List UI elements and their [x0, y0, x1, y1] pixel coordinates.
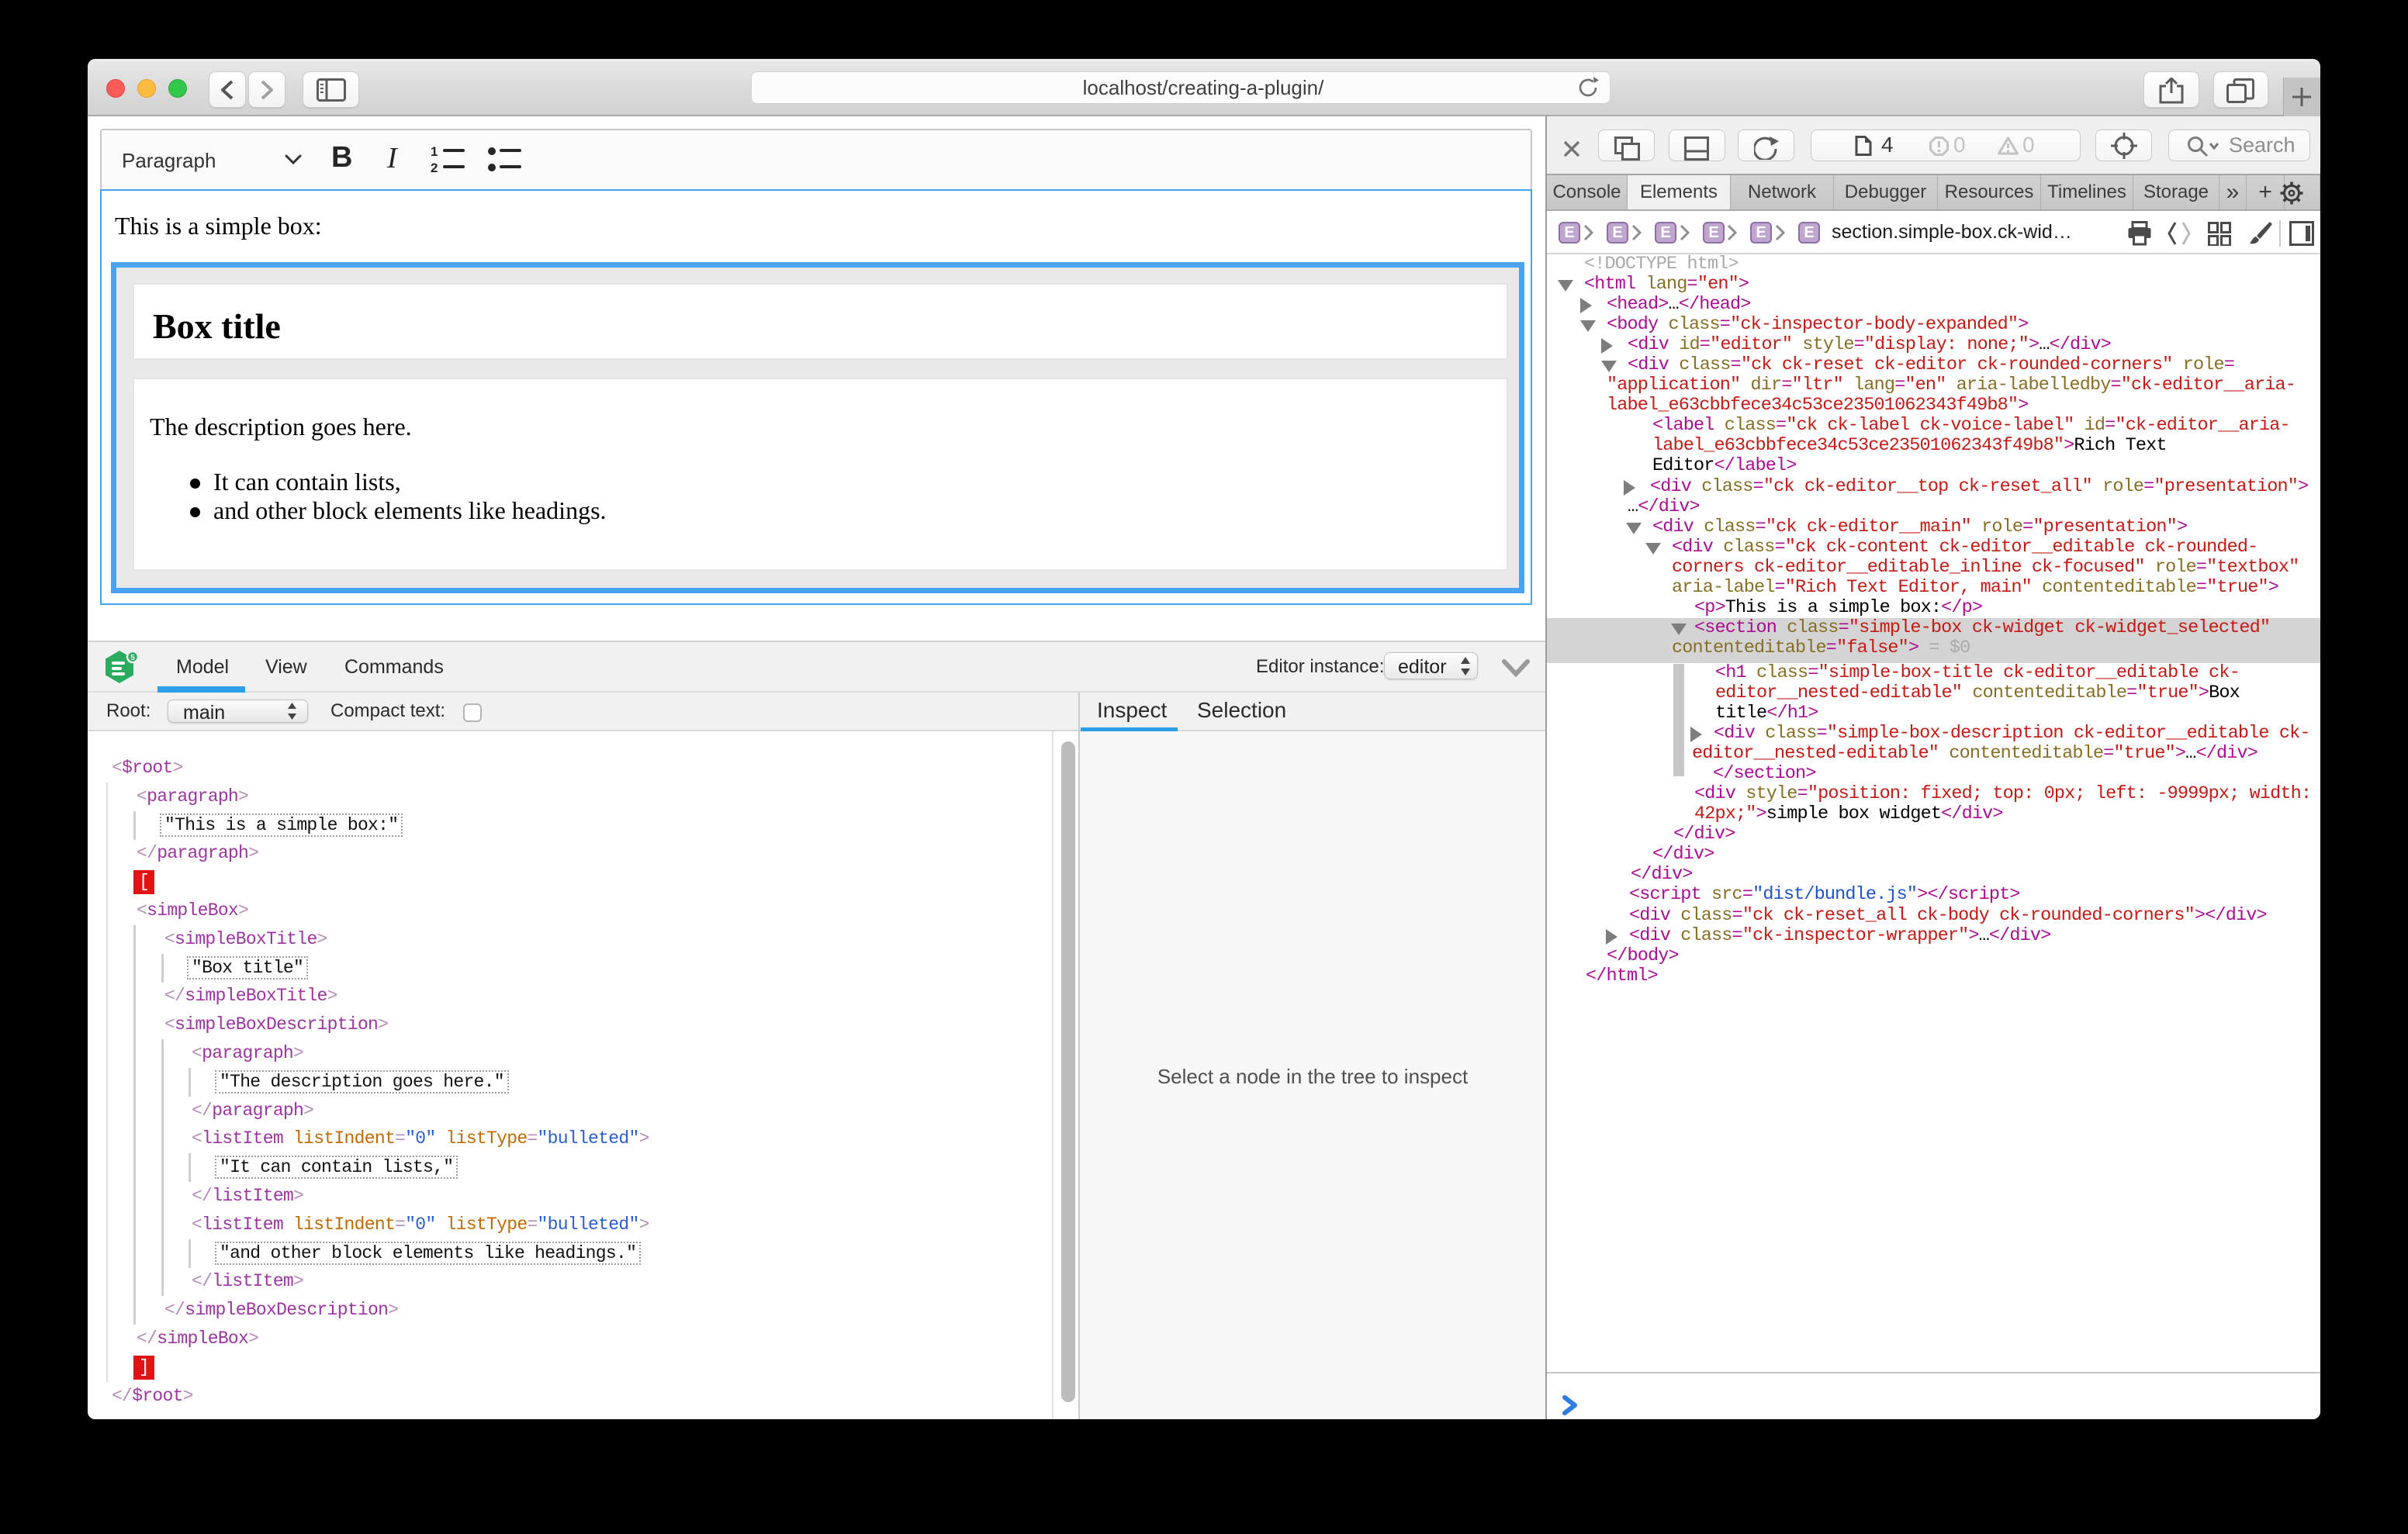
svg-text:1: 1 [431, 144, 438, 159]
svg-text:5: 5 [130, 654, 135, 662]
svg-text:2: 2 [431, 161, 438, 175]
